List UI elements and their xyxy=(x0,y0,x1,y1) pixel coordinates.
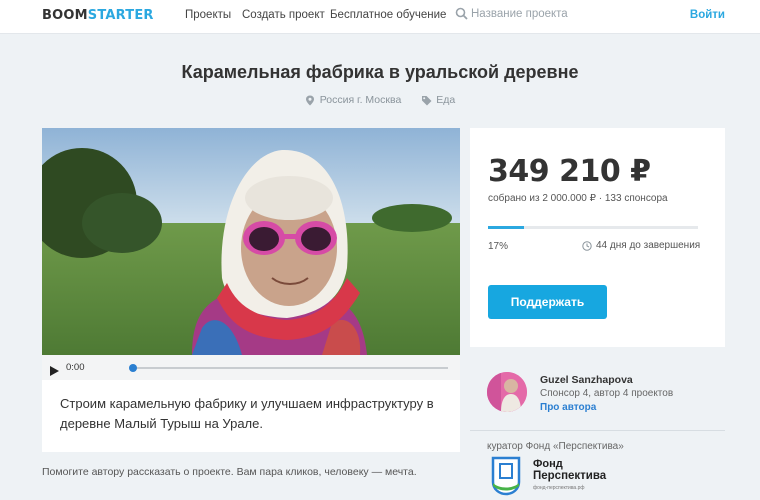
fund-name-line1: Фонд xyxy=(533,458,563,470)
location-label: Россия г. Москва xyxy=(319,94,402,106)
clock-icon xyxy=(582,240,592,251)
author-name[interactable]: Guzel Sanzhapova xyxy=(540,374,633,386)
project-video[interactable] xyxy=(42,128,460,355)
funding-progress-bar xyxy=(488,226,698,229)
play-icon[interactable] xyxy=(50,363,59,376)
funding-percent: 17% xyxy=(488,241,509,252)
divider xyxy=(470,430,725,431)
search-bar xyxy=(455,7,621,20)
avatar[interactable] xyxy=(487,372,527,412)
login-link[interactable]: Войти xyxy=(690,9,725,21)
days-left: 44 дня до завершения xyxy=(582,240,700,251)
tag-icon xyxy=(421,95,432,106)
fund-perspektiva-logo[interactable] xyxy=(491,456,521,496)
project-title: Карамельная фабрика в уральской деревне xyxy=(181,62,579,82)
project-description: Строим карамельную фабрику и улучшаем ин… xyxy=(42,380,460,452)
fund-name-line2: Перспектива xyxy=(533,470,607,482)
search-icon[interactable] xyxy=(455,7,468,20)
curator-label: куратор Фонд «Перспектива» xyxy=(487,441,624,452)
project-category[interactable]: Еда xyxy=(421,94,455,106)
video-frame-image xyxy=(42,128,460,355)
project-location[interactable]: Россия г. Москва xyxy=(305,94,402,106)
about-author-link[interactable]: Про автора xyxy=(540,402,596,413)
search-input[interactable] xyxy=(471,7,621,20)
funding-card: 349 210 ₽ собрано из 2 000.000 ₽ · 133 с… xyxy=(470,128,725,347)
amount-raised: 349 210 ₽ xyxy=(488,154,651,189)
logo-text-boom: BOOM xyxy=(42,8,88,23)
share-hint: Помогите автору рассказать о проекте. Ва… xyxy=(42,466,417,478)
nav-projects[interactable]: Проекты xyxy=(185,9,231,21)
project-meta: Россия г. Москва Еда xyxy=(0,94,760,106)
top-navbar: BOOMSTARTER Проекты Создать проект Беспл… xyxy=(0,0,760,34)
funding-progress-fill xyxy=(488,226,524,229)
author-block: Guzel Sanzhapova Спонсор 4, автор 4 прое… xyxy=(487,372,727,416)
category-label: Еда xyxy=(436,94,456,106)
author-info: Спонсор 4, автор 4 проектов xyxy=(540,388,674,399)
fund-site: фонд-перспектива.рф xyxy=(533,485,585,491)
days-left-label: 44 дня до завершения xyxy=(596,240,701,251)
video-progress-knob[interactable] xyxy=(129,364,137,372)
boomstarter-logo[interactable]: BOOMSTARTER xyxy=(42,8,154,23)
video-progress-bar[interactable] xyxy=(129,364,448,372)
logo-text-starter: STARTER xyxy=(87,8,154,23)
nav-free-education[interactable]: Бесплатное обучение xyxy=(330,9,446,21)
video-player-controls: 0:00 xyxy=(42,355,460,380)
support-button[interactable]: Поддержать xyxy=(488,285,607,319)
video-time: 0:00 xyxy=(66,362,85,373)
nav-create-project[interactable]: Создать проект xyxy=(242,9,325,21)
funding-goal-sponsors: собрано из 2 000.000 ₽ · 133 спонсора xyxy=(488,193,668,204)
location-pin-icon xyxy=(305,95,315,106)
